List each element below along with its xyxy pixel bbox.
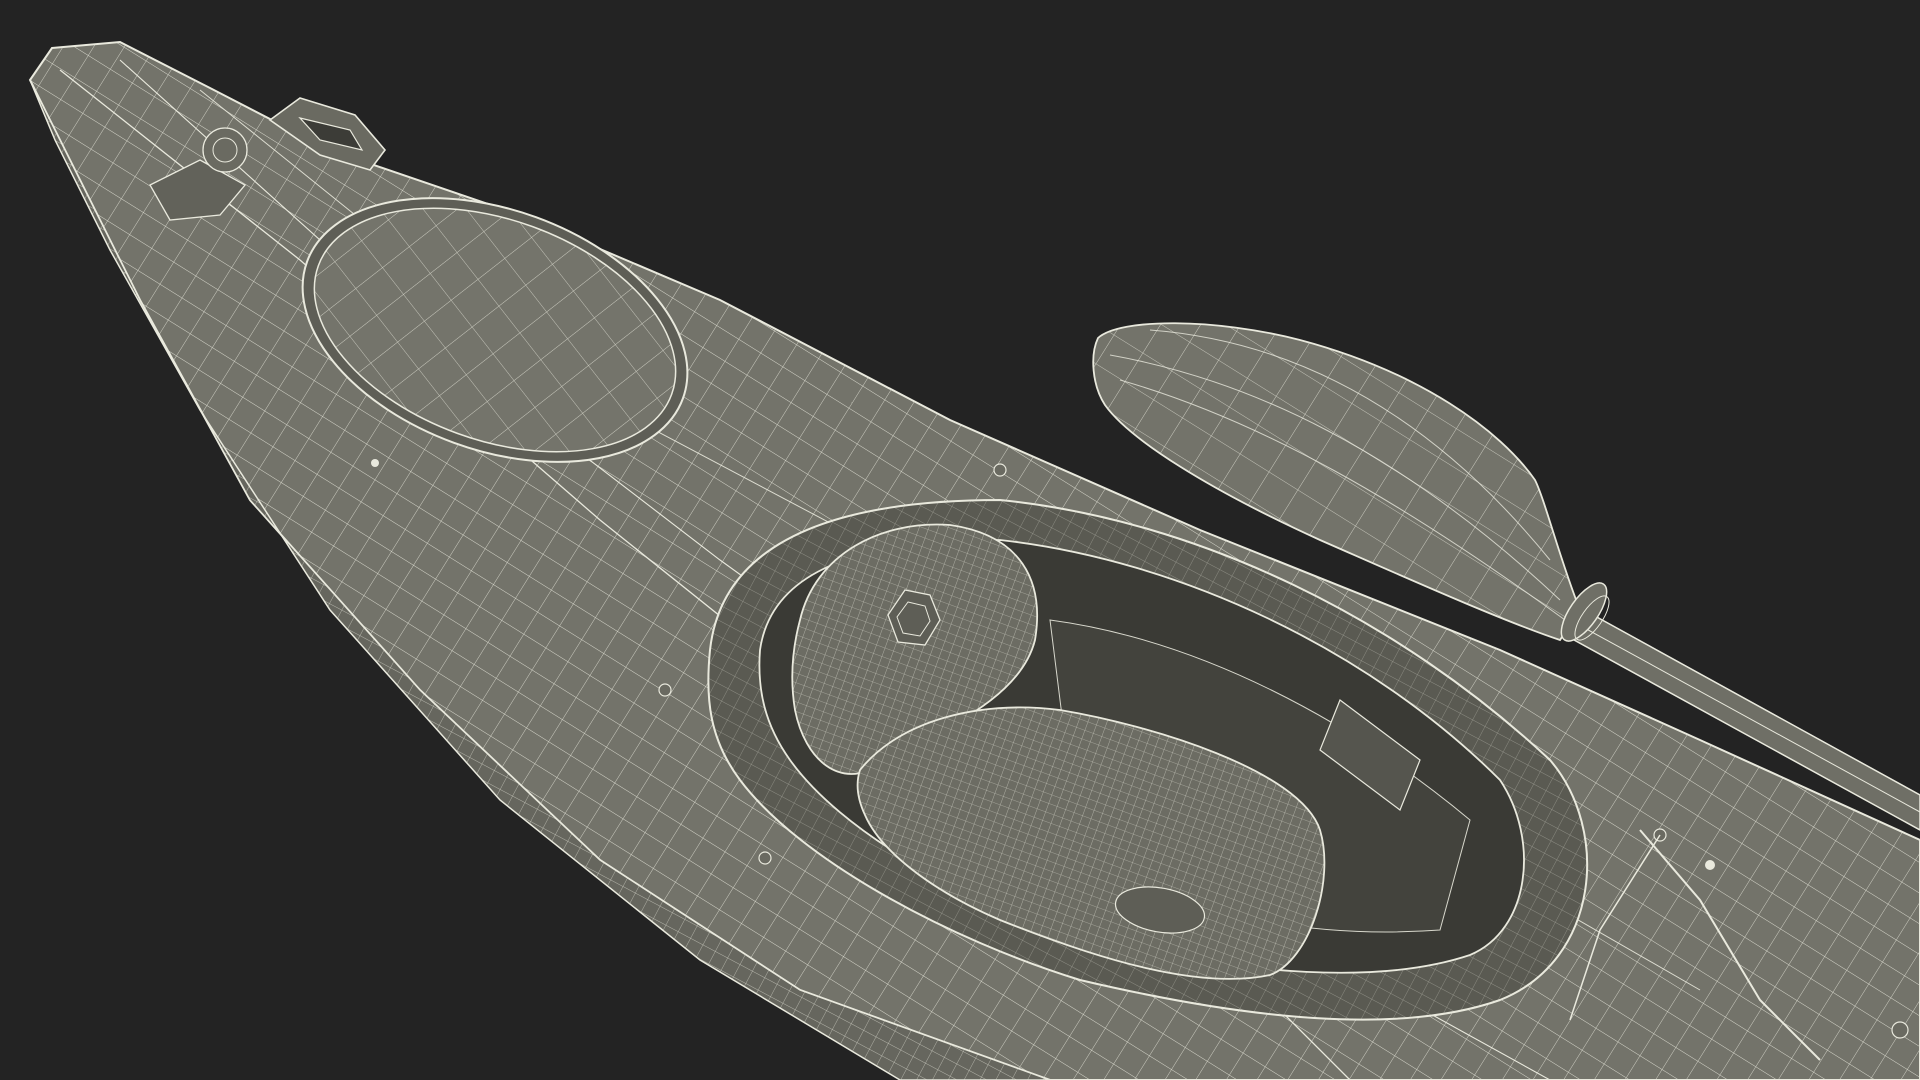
render-viewport xyxy=(0,0,1920,1080)
kayak-render xyxy=(0,0,1920,1080)
hatch-screw xyxy=(371,459,379,467)
